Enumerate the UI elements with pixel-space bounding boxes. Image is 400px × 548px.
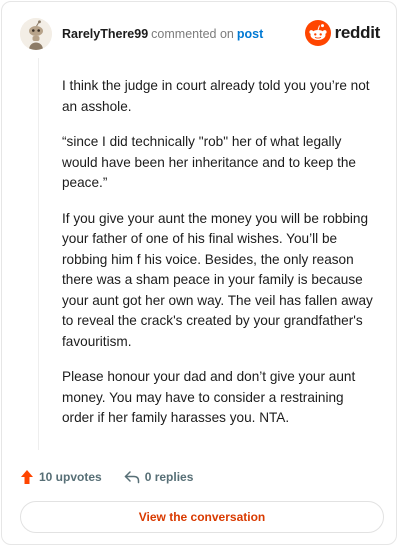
- thread-line: [38, 58, 39, 450]
- comment-paragraph: “since I did technically "rob" her of wh…: [62, 134, 356, 190]
- replies-button[interactable]: 0 replies: [124, 470, 194, 484]
- comment-actions: 10 upvotes 0 replies: [20, 466, 193, 488]
- upvote-button[interactable]: 10 upvotes: [20, 469, 102, 485]
- reddit-wordmark: reddit: [334, 23, 381, 42]
- comment-paragraph: If you give your aunt the money you will…: [62, 210, 373, 349]
- comment-embed-card: RarelyThere99 commented on post reddit I t…: [1, 1, 397, 545]
- comment-body: I think the judge in court already told …: [62, 76, 374, 444]
- comment-paragraph: I think the judge in court already told …: [62, 78, 370, 114]
- upvote-arrow-icon: [21, 470, 33, 484]
- comment-meta: RarelyThere99 commented on post: [62, 27, 263, 41]
- reply-count: 0 replies: [144, 470, 194, 484]
- username-link[interactable]: RarelyThere99: [62, 27, 148, 41]
- reddit-brand[interactable]: reddit: [304, 20, 381, 46]
- upvote-count: 10 upvotes: [39, 470, 102, 484]
- post-link[interactable]: post: [237, 27, 263, 41]
- reply-arrow-icon: [124, 471, 139, 484]
- reddit-logo-icon: [304, 20, 331, 46]
- comment-paragraph: Please honour your dad and don’t give yo…: [62, 369, 356, 425]
- snoo-avatar-icon[interactable]: [20, 18, 52, 50]
- view-conversation-button[interactable]: View the conversation: [20, 501, 384, 533]
- comment-header: RarelyThere99 commented on post reddit: [20, 16, 380, 52]
- commented-on-text: commented on: [151, 27, 234, 41]
